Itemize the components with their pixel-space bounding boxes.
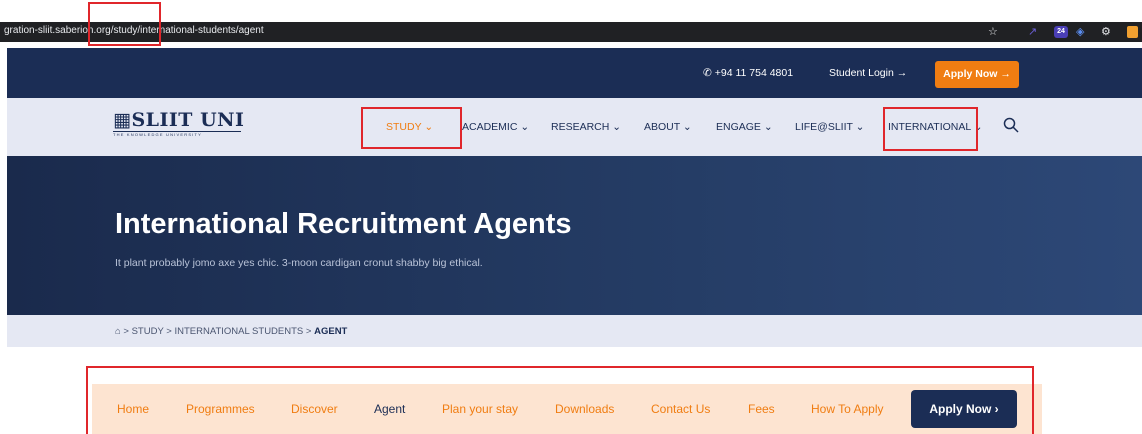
phone-number: +94 11 754 4801 — [714, 67, 794, 79]
breadcrumb: ⌂ > STUDY > INTERNATIONAL STUDENTS > AGE… — [115, 326, 348, 337]
phone-icon: ✆ — [703, 67, 712, 79]
extension-gear-icon[interactable]: ⚙ — [1101, 25, 1111, 39]
breadcrumb-international-students[interactable]: INTERNATIONAL STUDENTS — [174, 326, 303, 337]
share-icon[interactable]: ↗ — [1028, 25, 1037, 39]
search-icon[interactable] — [1003, 117, 1019, 133]
shield-icon: ▦ — [113, 109, 132, 131]
breadcrumb-study[interactable]: STUDY — [132, 326, 164, 337]
annotation-box-url — [88, 2, 161, 46]
logo-tagline: THE KNOWLEDGE UNIVERSITY — [113, 131, 241, 137]
browser-address-bar[interactable]: gration-sliit.saberion.org/study/interna… — [0, 22, 1142, 42]
breadcrumb-current: AGENT — [314, 326, 348, 337]
star-icon[interactable]: ☆ — [988, 25, 998, 39]
annotation-box-international — [883, 107, 978, 151]
nav-item-research[interactable]: RESEARCH ⌄ — [551, 121, 621, 133]
phone-link[interactable]: ✆ +94 11 754 4801 — [703, 67, 793, 79]
apply-now-top-button[interactable]: Apply Now → — [935, 61, 1019, 88]
extension-icon[interactable]: ◈ — [1076, 25, 1084, 39]
logo[interactable]: ▦SLIIT UNI THE KNOWLEDGE UNIVERSITY — [113, 110, 244, 137]
nav-item-about[interactable]: ABOUT ⌄ — [644, 121, 692, 133]
annotation-box-study — [361, 107, 462, 149]
extension-badge-icon[interactable]: 24 — [1054, 26, 1068, 38]
student-login-link[interactable]: Student Login → — [829, 67, 907, 79]
profile-icon[interactable] — [1127, 26, 1138, 38]
home-icon[interactable]: ⌂ — [115, 326, 121, 337]
annotation-box-tabs — [86, 366, 1034, 434]
page-subtitle: It plant probably jomo axe yes chic. 3-m… — [115, 257, 483, 269]
nav-item-life-at-sliit[interactable]: LIFE@SLIIT ⌄ — [795, 121, 864, 133]
page-title: International Recruitment Agents — [115, 208, 572, 240]
logo-name: SLIIT UNI — [131, 109, 245, 131]
page: gration-sliit.saberion.org/study/interna… — [0, 0, 1142, 434]
nav-item-academic[interactable]: ACADEMIC ⌄ — [462, 121, 529, 133]
nav-item-engage[interactable]: ENGAGE ⌄ — [716, 121, 773, 133]
